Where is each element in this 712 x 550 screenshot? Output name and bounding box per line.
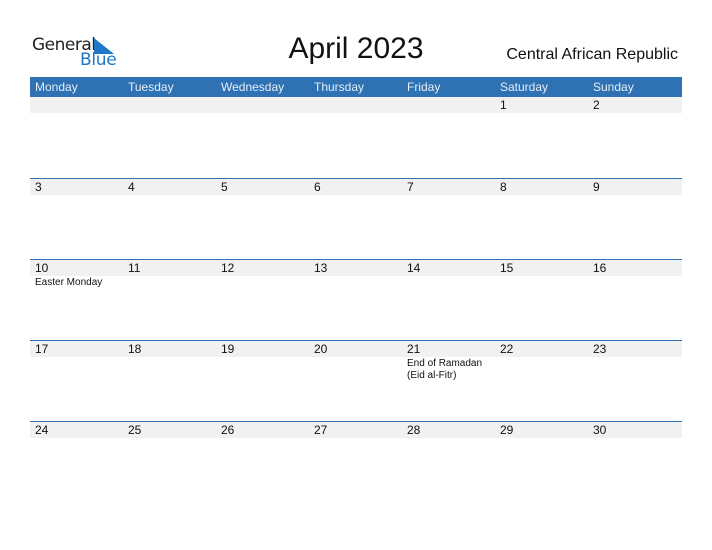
weekday-friday: Friday (407, 80, 441, 94)
day-number: 9 (593, 180, 600, 194)
day-cell: 26 (216, 422, 309, 438)
country-label: Central African Republic (506, 46, 678, 63)
day-number: 19 (221, 342, 235, 356)
day-number: 7 (407, 180, 414, 194)
week-row: 3 4 5 6 7 8 9 (30, 178, 682, 259)
day-number (35, 97, 123, 113)
day-cell (123, 97, 216, 113)
day-cell: 15 (495, 260, 588, 289)
day-cell: 23 (588, 341, 681, 382)
day-number: 28 (407, 423, 421, 437)
day-number: 6 (314, 180, 321, 194)
day-cell: 8 (495, 179, 588, 195)
day-number: 12 (221, 261, 235, 275)
weekday-monday: Monday (35, 80, 78, 94)
day-cell: 4 (123, 179, 216, 195)
day-number: 29 (500, 423, 514, 437)
day-number: 17 (35, 342, 49, 356)
day-number: 22 (500, 342, 514, 356)
day-cell: 2 (588, 97, 681, 113)
weeks-container: 1 2 3 4 5 6 7 8 9 10 Easter Monday 11 12 13 14 15 16 17 18… (30, 97, 682, 502)
day-number (314, 97, 402, 113)
day-number: 27 (314, 423, 328, 437)
day-number: 23 (593, 342, 607, 356)
weekday-thursday: Thursday (314, 80, 365, 94)
weekday-sunday: Sunday (593, 80, 634, 94)
day-number: 5 (221, 180, 228, 194)
week-row: 10 Easter Monday 11 12 13 14 15 16 (30, 259, 682, 340)
day-number: 30 (593, 423, 607, 437)
day-number (221, 97, 309, 113)
day-number: 15 (500, 261, 514, 275)
week-cells: 10 Easter Monday 11 12 13 14 15 16 (30, 260, 681, 289)
day-cell: 20 (309, 341, 402, 382)
day-cell: 25 (123, 422, 216, 438)
week-row: 24 25 26 27 28 29 30 (30, 421, 682, 502)
day-cell: 27 (309, 422, 402, 438)
weekday-header: Monday Tuesday Wednesday Thursday Friday… (30, 77, 682, 97)
day-cell: 6 (309, 179, 402, 195)
day-number: 13 (314, 261, 328, 275)
day-cell: 13 (309, 260, 402, 289)
day-number: 8 (500, 180, 507, 194)
day-cell: 16 (588, 260, 681, 289)
day-cell: 12 (216, 260, 309, 289)
day-number: 10 (35, 261, 49, 275)
week-cells: 17 18 19 20 21 End of Ramadan (Eid al-Fitr) 22… (30, 341, 681, 382)
day-number: 18 (128, 342, 142, 356)
day-number: 4 (128, 180, 135, 194)
day-cell: 7 (402, 179, 495, 195)
weekday-wednesday: Wednesday (221, 80, 285, 94)
day-cell: 9 (588, 179, 681, 195)
day-number: 11 (128, 261, 141, 275)
weekday-saturday: Saturday (500, 80, 549, 94)
day-cell: 30 (588, 422, 681, 438)
day-cell (30, 97, 123, 113)
day-cell: 3 (30, 179, 123, 195)
day-number (407, 97, 495, 113)
calendar-grid: Monday Tuesday Wednesday Thursday Friday… (30, 77, 682, 502)
day-cell (309, 97, 402, 113)
day-number: 26 (221, 423, 235, 437)
day-cell: 22 (495, 341, 588, 382)
day-number: 14 (407, 261, 421, 275)
day-cell: 24 (30, 422, 123, 438)
week-row: 12 (30, 97, 682, 178)
day-number: 25 (128, 423, 142, 437)
week-cells: 3 4 5 6 7 8 9 (30, 179, 681, 195)
week-cells: 24 25 26 27 28 29 30 (30, 422, 681, 438)
weekday-tuesday: Tuesday (128, 80, 174, 94)
day-number: 1 (500, 98, 507, 112)
day-number: 24 (35, 423, 49, 437)
day-cell: 21 End of Ramadan (Eid al-Fitr) (402, 341, 495, 382)
day-cell: 11 (123, 260, 216, 289)
day-number (128, 97, 216, 113)
holiday-label: Easter Monday (35, 277, 103, 288)
holiday-label: End of Ramadan (Eid al-Fitr) (407, 358, 483, 381)
day-cell (216, 97, 309, 113)
day-number: 16 (593, 261, 607, 275)
day-number: 20 (314, 342, 328, 356)
day-cell (402, 97, 495, 113)
day-number: 3 (35, 180, 42, 194)
week-row: 17 18 19 20 21 End of Ramadan (Eid al-Fitr) 22… (30, 340, 682, 421)
day-cell: 28 (402, 422, 495, 438)
day-cell: 10 Easter Monday (30, 260, 123, 289)
day-cell: 5 (216, 179, 309, 195)
day-cell: 18 (123, 341, 216, 382)
day-cell: 29 (495, 422, 588, 438)
day-cell: 14 (402, 260, 495, 289)
day-number: 2 (593, 98, 600, 112)
day-number: 21 (407, 342, 421, 356)
day-cell: 19 (216, 341, 309, 382)
week-cells: 12 (30, 97, 681, 113)
day-cell: 17 (30, 341, 123, 382)
day-cell: 1 (495, 97, 588, 113)
